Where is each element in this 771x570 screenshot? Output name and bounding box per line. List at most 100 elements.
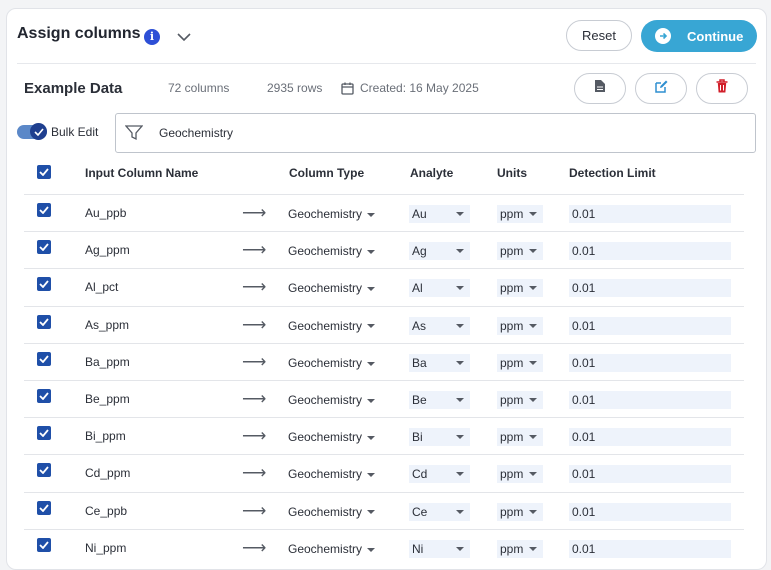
- header-units: Units: [497, 166, 527, 180]
- row-checkbox[interactable]: [37, 463, 51, 478]
- detection-limit-input[interactable]: 0.01: [569, 465, 731, 484]
- row-checkbox[interactable]: [37, 351, 51, 366]
- dropdown-caret-icon: [456, 286, 464, 291]
- units-select[interactable]: ppm: [497, 391, 543, 409]
- row-checkbox[interactable]: [37, 277, 51, 292]
- analyte-select[interactable]: Be: [409, 391, 470, 409]
- reset-button[interactable]: Reset: [566, 20, 632, 51]
- dropdown-caret-icon: [367, 361, 376, 366]
- header-input-column: Input Column Name: [85, 166, 199, 180]
- row-checkbox[interactable]: [37, 500, 51, 515]
- header-column-type: Column Type: [289, 166, 365, 180]
- dropdown-caret-icon: [367, 510, 376, 515]
- header-detection-limit: Detection Limit: [569, 166, 656, 180]
- units-value: ppm: [500, 318, 524, 333]
- column-type-select[interactable]: Geochemistry: [288, 242, 376, 260]
- table-row: As_ppm ⟶ Geochemistry As ppm 0.01: [24, 305, 744, 344]
- units-select[interactable]: ppm: [497, 242, 543, 261]
- filter-input[interactable]: Geochemistry: [115, 113, 756, 153]
- detection-limit-value: 0.01: [572, 355, 596, 370]
- info-icon[interactable]: i: [144, 29, 160, 45]
- column-type-select[interactable]: Geochemistry: [288, 317, 376, 335]
- analyte-value: Al: [412, 281, 423, 296]
- detection-limit-input[interactable]: 0.01: [569, 539, 731, 558]
- check-icon[interactable]: [30, 123, 47, 140]
- analyte-select[interactable]: Ba: [409, 353, 470, 372]
- units-select[interactable]: ppm: [497, 428, 543, 447]
- assign-columns-panel: Assign columns i Reset Continue Example …: [6, 8, 767, 570]
- column-type-select[interactable]: Geochemistry: [288, 354, 376, 372]
- chevron-down-icon[interactable]: [177, 29, 191, 47]
- units-select[interactable]: ppm: [497, 316, 543, 335]
- continue-button[interactable]: Continue: [641, 20, 757, 52]
- detection-limit-input[interactable]: 0.01: [569, 353, 731, 372]
- table-row: Ce_ppb ⟶ Geochemistry Ce ppm 0.01: [24, 491, 744, 530]
- continue-label: Continue: [687, 28, 744, 44]
- input-column-name: Be_ppm: [85, 392, 130, 406]
- dropdown-caret-icon: [367, 324, 376, 329]
- units-select[interactable]: ppm: [497, 539, 543, 558]
- row-checkbox[interactable]: [37, 426, 51, 441]
- analyte-select[interactable]: As: [409, 316, 470, 335]
- column-count: 72 columns: [168, 81, 230, 95]
- dropdown-caret-icon: [529, 360, 537, 365]
- analyte-select[interactable]: Au: [409, 205, 470, 223]
- arrow-icon: ⟶: [242, 426, 267, 446]
- column-type-select[interactable]: Geochemistry: [288, 465, 376, 483]
- detection-limit-input[interactable]: 0.01: [569, 428, 731, 447]
- column-type-select[interactable]: Geochemistry: [288, 391, 376, 409]
- detection-limit-input[interactable]: 0.01: [569, 391, 731, 409]
- detection-limit-value: 0.01: [572, 393, 596, 407]
- column-type-select[interactable]: Geochemistry: [288, 503, 376, 521]
- units-select[interactable]: ppm: [497, 205, 543, 223]
- detection-limit-input[interactable]: 0.01: [569, 205, 731, 223]
- column-type-select[interactable]: Geochemistry: [288, 540, 376, 558]
- row-checkbox[interactable]: [37, 314, 51, 329]
- column-type-select[interactable]: Geochemistry: [288, 428, 376, 446]
- detection-limit-value: 0.01: [572, 541, 596, 556]
- dropdown-caret-icon: [456, 212, 464, 216]
- row-checkbox[interactable]: [37, 389, 51, 403]
- arrow-icon: ⟶: [242, 240, 267, 260]
- arrow-icon: ⟶: [242, 314, 267, 334]
- detection-limit-input[interactable]: 0.01: [569, 316, 731, 335]
- units-select[interactable]: ppm: [497, 279, 543, 298]
- units-select[interactable]: ppm: [497, 502, 543, 521]
- row-checkbox[interactable]: [37, 203, 51, 217]
- analyte-value: As: [412, 318, 427, 333]
- units-select[interactable]: ppm: [497, 465, 543, 484]
- detection-limit-input[interactable]: 0.01: [569, 242, 731, 261]
- table-row: Be_ppm ⟶ Geochemistry Be ppm 0.01: [24, 380, 744, 418]
- analyte-select[interactable]: Ni: [409, 539, 470, 558]
- panel-header: Assign columns i Reset Continue: [7, 9, 766, 63]
- row-checkbox[interactable]: [37, 537, 51, 552]
- view-document-button[interactable]: [574, 73, 626, 104]
- analyte-value: Ag: [412, 244, 427, 259]
- column-type-select[interactable]: Geochemistry: [288, 279, 376, 297]
- analyte-select[interactable]: Ce: [409, 502, 470, 521]
- delete-button[interactable]: [696, 73, 748, 104]
- input-column-name: Bi_ppm: [85, 429, 126, 444]
- units-select[interactable]: ppm: [497, 353, 543, 372]
- edit-button[interactable]: [635, 73, 687, 104]
- detection-limit-value: 0.01: [572, 318, 596, 333]
- analyte-select[interactable]: Ag: [409, 242, 470, 261]
- analyte-select[interactable]: Al: [409, 279, 470, 298]
- column-type-select[interactable]: Geochemistry: [288, 205, 376, 223]
- column-type-value: Geochemistry: [288, 541, 363, 556]
- analyte-value: Ce: [412, 504, 428, 519]
- detection-limit-input[interactable]: 0.01: [569, 502, 731, 521]
- units-value: ppm: [500, 355, 524, 370]
- row-checkbox[interactable]: [37, 240, 51, 255]
- column-type-value: Geochemistry: [288, 244, 363, 259]
- dropdown-caret-icon: [456, 435, 464, 440]
- select-all-checkbox[interactable]: [37, 165, 51, 179]
- detection-limit-value: 0.01: [572, 504, 596, 519]
- analyte-select[interactable]: Cd: [409, 465, 470, 484]
- analyte-select[interactable]: Bi: [409, 428, 470, 447]
- detection-limit-input[interactable]: 0.01: [569, 279, 731, 298]
- units-value: ppm: [500, 467, 524, 482]
- analyte-value: Ba: [412, 355, 427, 370]
- column-type-value: Geochemistry: [288, 467, 363, 482]
- row-count: 2935 rows: [267, 81, 323, 95]
